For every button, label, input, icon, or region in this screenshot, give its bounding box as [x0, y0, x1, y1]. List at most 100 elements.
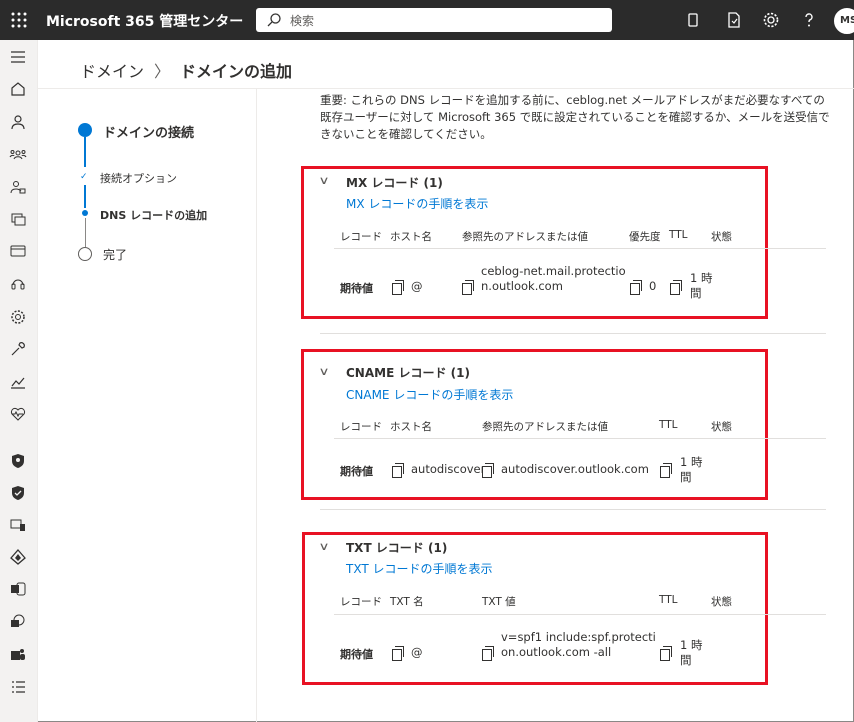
mx-target-value: ceblog-net.mail.protection.outlook.com	[481, 264, 626, 293]
settings-gear-icon[interactable]	[761, 10, 781, 30]
billing-icon[interactable]	[9, 242, 29, 262]
document-icon[interactable]	[724, 10, 744, 30]
search-placeholder: 検索	[290, 14, 315, 28]
menu-icon[interactable]	[9, 48, 29, 68]
substep-check-icon: ✓	[80, 172, 88, 182]
column-header-status: 状態	[711, 596, 732, 608]
settings-icon[interactable]	[9, 308, 29, 328]
setup-wrench-icon[interactable]	[9, 340, 29, 360]
endpoint-icon[interactable]	[9, 516, 29, 536]
txt-name-value: @	[411, 645, 423, 659]
copy-icon[interactable]	[630, 280, 642, 295]
column-header-record: レコード	[340, 421, 382, 433]
section-divider	[320, 509, 826, 510]
security-shield-icon[interactable]	[9, 452, 29, 472]
copy-icon[interactable]	[482, 646, 494, 661]
reports-icon[interactable]	[9, 373, 29, 393]
step-pending-line	[85, 218, 86, 247]
chevron-right-icon: 〉	[154, 62, 171, 81]
txt-section-title[interactable]: TXT レコード (1)	[346, 539, 447, 556]
copy-icon[interactable]	[670, 280, 682, 295]
mobile-icon[interactable]	[683, 10, 703, 30]
chevron-down-icon[interactable]: ∨	[318, 174, 329, 187]
user-icon[interactable]	[9, 113, 29, 133]
app-title[interactable]: Microsoft 365 管理センター	[46, 11, 243, 31]
column-header-status: 状態	[711, 231, 732, 243]
copy-icon[interactable]	[660, 646, 672, 661]
column-header-txt-value: TXT 値	[482, 596, 516, 608]
teams-icon[interactable]	[9, 646, 29, 666]
avatar[interactable]: MS	[834, 8, 854, 34]
row-label-expected: 期待値	[340, 465, 373, 478]
column-header-target: 参照先のアドレスまたは値	[482, 421, 608, 433]
column-header-host: ホスト名	[390, 231, 432, 243]
txt-value: v=spf1 include:spf.protection.outlook.co…	[501, 630, 656, 659]
mx-priority-value: 0	[649, 279, 657, 293]
all-admin-centers-icon[interactable]	[9, 678, 29, 698]
copy-icon[interactable]	[392, 280, 404, 295]
help-icon[interactable]	[799, 10, 819, 30]
cname-host-value: autodiscover	[411, 462, 486, 476]
mx-ttl-value: 1 時間	[690, 271, 713, 300]
important-notice: 重要: これらの DNS レコードを追加する前に、ceblog.net メールア…	[320, 93, 830, 141]
azure-ad-icon[interactable]	[9, 548, 29, 568]
compliance-shield-icon[interactable]	[9, 484, 29, 504]
column-header-record: レコード	[340, 596, 382, 608]
copy-icon[interactable]	[392, 463, 404, 478]
top-bar: Microsoft 365 管理センター 検索 MS	[0, 0, 854, 40]
copy-icon[interactable]	[482, 463, 494, 478]
column-header-target: 参照先のアドレスまたは値	[462, 231, 588, 243]
step-progress-line	[84, 185, 86, 208]
copy-icon[interactable]	[462, 280, 474, 295]
step-connection-options[interactable]: 接続オプション	[100, 170, 177, 186]
breadcrumb-domains-link[interactable]: ドメイン	[80, 62, 144, 81]
substep-current-dot-icon	[82, 210, 88, 216]
breadcrumb: ドメイン〉ドメインの追加	[80, 58, 292, 82]
mx-section-title[interactable]: MX レコード (1)	[346, 174, 443, 191]
header-divider	[38, 88, 854, 89]
roles-icon[interactable]	[9, 178, 29, 198]
table-row-divider	[334, 614, 826, 615]
column-header-status: 状態	[711, 421, 732, 433]
stepper-divider	[256, 89, 257, 722]
column-header-ttl: TTL	[659, 419, 678, 431]
column-header-ttl: TTL	[669, 229, 688, 241]
support-icon[interactable]	[9, 275, 29, 295]
step-connect-domain[interactable]: ドメインの接続	[103, 122, 194, 141]
step-progress-line	[84, 137, 86, 167]
column-header-txt-name: TXT 名	[390, 596, 424, 608]
copy-icon[interactable]	[660, 463, 672, 478]
table-row-divider	[334, 248, 826, 249]
chevron-down-icon[interactable]: ∨	[318, 540, 329, 553]
cname-ttl-value: 1 時間	[680, 455, 703, 484]
txt-instructions-link[interactable]: TXT レコードの手順を表示	[346, 560, 493, 577]
table-row-divider	[334, 438, 826, 439]
chevron-down-icon[interactable]: ∨	[318, 365, 329, 378]
breadcrumb-current: ドメインの追加	[180, 62, 293, 81]
health-icon[interactable]	[9, 405, 29, 425]
cname-instructions-link[interactable]: CNAME レコードの手順を表示	[346, 386, 513, 403]
exchange-icon[interactable]	[9, 580, 29, 600]
column-header-record: レコード	[340, 231, 382, 243]
search-box[interactable]: 検索	[256, 8, 612, 32]
app-launcher-icon[interactable]	[10, 11, 28, 29]
section-divider	[320, 333, 826, 334]
copy-icon[interactable]	[392, 646, 404, 661]
mx-instructions-link[interactable]: MX レコードの手順を表示	[346, 195, 488, 212]
home-icon[interactable]	[9, 80, 29, 100]
step-finish: 完了	[103, 248, 128, 262]
sharepoint-icon[interactable]	[9, 613, 29, 633]
step-complete-dot-icon	[78, 123, 92, 137]
step-add-dns-records[interactable]: DNS レコードの追加	[100, 207, 207, 223]
resources-icon[interactable]	[9, 210, 29, 230]
cname-section-title[interactable]: CNAME レコード (1)	[346, 364, 470, 381]
column-header-host: ホスト名	[390, 421, 432, 433]
groups-icon[interactable]	[9, 146, 29, 166]
mx-host-value: @	[411, 279, 423, 293]
column-header-priority: 優先度	[629, 231, 661, 243]
row-label-expected: 期待値	[340, 282, 373, 295]
txt-ttl-value: 1 時間	[680, 638, 703, 667]
search-icon	[267, 13, 281, 27]
left-nav-rail	[0, 40, 38, 722]
column-header-ttl: TTL	[659, 594, 678, 606]
